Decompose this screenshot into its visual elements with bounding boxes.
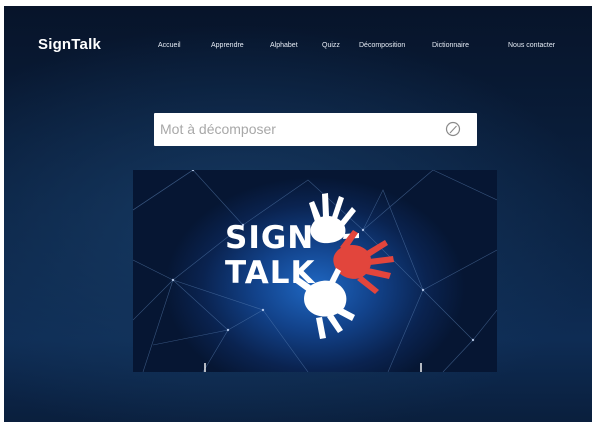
hero-banner: SIGN TALK [133, 170, 497, 372]
nav-item-decomposition[interactable]: Décomposition [359, 42, 405, 49]
search-icon[interactable] [445, 121, 463, 139]
nav-item-dictionnaire[interactable]: Dictionnaire [432, 42, 469, 49]
main-nav: Accueil Apprendre Alphabet Quizz Décompo… [4, 42, 592, 56]
search-bar [154, 113, 477, 146]
nav-item-nous-contacter[interactable]: Nous contacter [508, 42, 555, 49]
hands-logo-icon [293, 193, 394, 339]
nav-item-alphabet[interactable]: Alphabet [270, 42, 298, 49]
nav-item-quizz[interactable]: Quizz [322, 42, 340, 49]
nav-item-accueil[interactable]: Accueil [158, 42, 181, 49]
nav-item-apprendre[interactable]: Apprendre [211, 42, 244, 49]
page-background: SignTalk Accueil Apprendre Alphabet Quiz… [4, 6, 592, 422]
hand-red [333, 230, 394, 294]
search-input[interactable] [160, 119, 430, 139]
hand-white-bottom [293, 268, 355, 339]
